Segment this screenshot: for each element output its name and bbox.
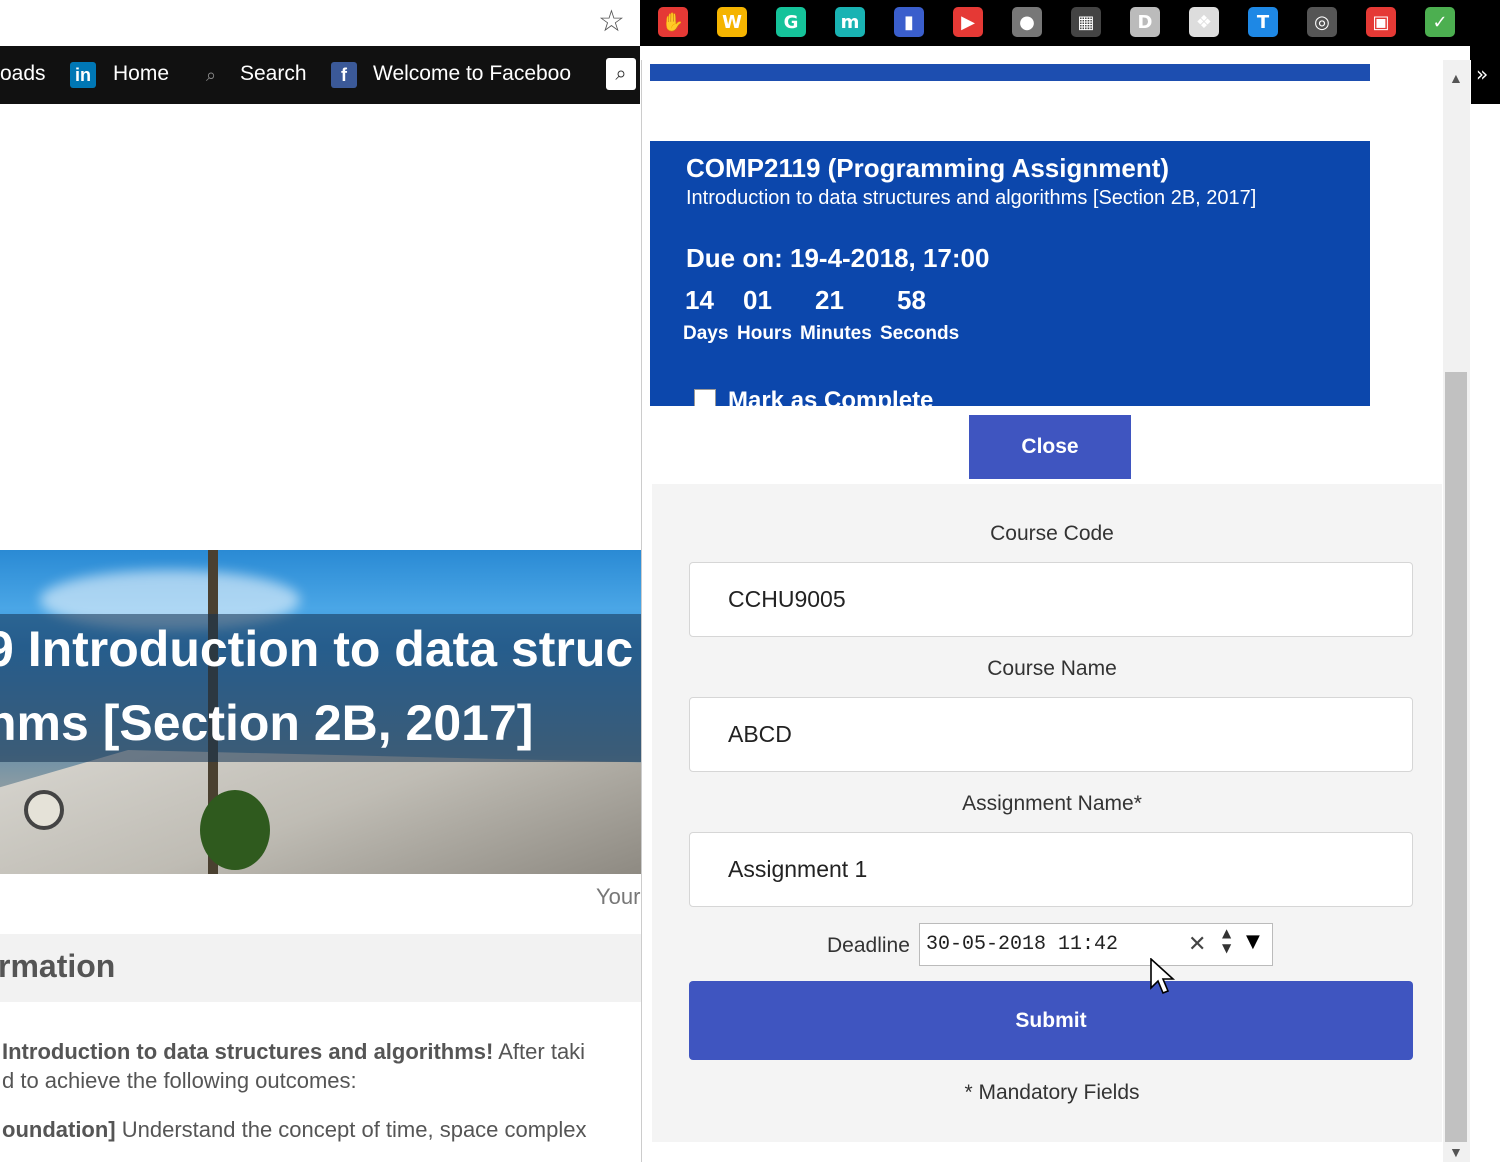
swirl-icon[interactable]: ◎ (1307, 7, 1337, 37)
card-title: COMP2119 (Programming Assignment) (686, 153, 1170, 183)
extension-popup: COMP2119 (Programming Assignment) Introd… (641, 60, 1471, 1162)
adblock-icon[interactable]: ✋ (658, 7, 688, 37)
card-subtitle: Introduction to data structures and algo… (686, 187, 1257, 209)
add-assignment-form: Course Code CCHU9005 Course Name ABCD As… (652, 484, 1442, 1142)
linkedin-icon: in (70, 62, 96, 88)
assignment-card: COMP2119 (Programming Assignment) Introd… (650, 141, 1370, 406)
mercury-icon[interactable]: m (835, 7, 865, 37)
ghost-icon[interactable]: ● (1012, 7, 1042, 37)
search-icon: ⌕ (205, 64, 217, 85)
countdown-hours-label: Hours (737, 323, 792, 344)
intro-line-3: oundation] Understand the concept of tim… (2, 1117, 586, 1143)
course-banner: 9 Introduction to data struc hms [Sectio… (0, 550, 641, 874)
d-icon[interactable]: D (1130, 7, 1160, 37)
countdown-seconds-value: 58 (897, 285, 926, 315)
course-code-label: Course Code (990, 522, 1114, 545)
countdown-minutes-value: 21 (815, 285, 844, 315)
intro-line-3-bold: oundation] (2, 1117, 116, 1142)
countdown-seconds-label: Seconds (880, 323, 960, 344)
mark-complete-label[interactable]: Mark as Complete (728, 387, 933, 406)
calendar-icon[interactable]: ▣ (1366, 7, 1396, 37)
spinner-icon[interactable]: ▲ ▼ (1222, 926, 1231, 956)
scroll-up-arrow-icon[interactable]: ▲ (1449, 70, 1463, 86)
assignment-name-label: Assignment Name* (962, 792, 1142, 815)
film-icon[interactable]: ▦ (1071, 7, 1101, 37)
intro-line-1: Introduction to data structures and algo… (2, 1039, 585, 1065)
information-heading: rmation (0, 948, 116, 984)
deadline-label: Deadline (827, 934, 910, 957)
assignment-name-field[interactable]: Assignment 1 (689, 832, 1413, 907)
banner-title-line2: hms [Section 2B, 2017] (0, 695, 534, 751)
video-icon[interactable]: ▶ (953, 7, 983, 37)
paper-icon[interactable]: ❖ (1189, 7, 1219, 37)
scroll-thumb[interactable] (1445, 372, 1467, 1142)
course-name-field[interactable]: ABCD (689, 697, 1413, 772)
countdown-hours-value: 01 (743, 285, 772, 315)
bookmark-facebook[interactable]: Welcome to Faceboo (373, 62, 571, 86)
t-icon[interactable]: T (1248, 7, 1278, 37)
extensions-toolbar: ✋ W Gm ▮ ▶ ● ▦ D ❖ T ◎ ▣ ✓ (640, 0, 1500, 46)
mark-complete-checkbox[interactable] (694, 389, 716, 406)
popup-scrollbar[interactable]: ▲ ▼ (1443, 60, 1470, 1162)
countdown-days-value: 14 (685, 285, 714, 315)
deadline-field[interactable]: 30-05-2018 11:42 ✕ ▲ ▼ ▼ (919, 923, 1273, 966)
course-name-label: Course Name (987, 657, 1117, 680)
bookmarks-overflow-button[interactable]: » (1470, 46, 1500, 104)
due-date: Due on: 19-4-2018, 17:00 (686, 243, 990, 273)
bookmarks-bar: oads in Home ⌕ Search f Welcome to Faceb… (0, 46, 640, 104)
intro-line-1-bold: Introduction to data structures and algo… (2, 1039, 494, 1064)
close-button[interactable]: Close (969, 415, 1131, 479)
bookmark-star-icon[interactable]: ☆ (598, 4, 625, 39)
grammarly-icon[interactable]: G (776, 7, 806, 37)
facebook-icon: f (331, 62, 357, 88)
previous-card-edge (650, 64, 1370, 81)
bookmark-icon[interactable]: ▮ (894, 7, 924, 37)
checklist-icon[interactable]: ✓ (1425, 7, 1455, 37)
clear-icon[interactable]: ✕ (1188, 932, 1206, 957)
clock-tower-icon (24, 790, 64, 830)
countdown-days-label: Days (683, 323, 729, 344)
intro-line-1-rest: After taki (493, 1039, 586, 1064)
course-code-field[interactable]: CCHU9005 (689, 562, 1413, 637)
address-bar-area (0, 0, 640, 46)
bookmark-home[interactable]: Home (113, 62, 169, 86)
countdown-minutes-label: Minutes (800, 323, 872, 344)
mandatory-fields-note: * Mandatory Fields (964, 1081, 1140, 1104)
magnifier-icon[interactable]: ⌕ (606, 58, 636, 90)
intro-line-2: d to achieve the following outcomes: (2, 1068, 357, 1093)
scroll-down-arrow-icon[interactable]: ▼ (1449, 1144, 1463, 1160)
intro-line-3-rest: Understand the concept of time, space co… (115, 1117, 587, 1142)
deadline-value[interactable]: 30-05-2018 11:42 (926, 933, 1118, 956)
banner-title-line1: 9 Introduction to data struc (0, 621, 634, 677)
wikiwand-icon[interactable]: W (717, 7, 747, 37)
banner-building (0, 750, 641, 874)
submit-button[interactable]: Submit (689, 981, 1413, 1060)
your-text: Your (596, 884, 641, 909)
background-page: 9 Introduction to data struc hms [Sectio… (0, 104, 641, 1162)
banner-tree (200, 790, 270, 870)
bookmark-search[interactable]: Search (240, 62, 307, 86)
dropdown-arrow-icon[interactable]: ▼ (1246, 931, 1260, 952)
bookmark-downloads[interactable]: oads (0, 62, 46, 86)
